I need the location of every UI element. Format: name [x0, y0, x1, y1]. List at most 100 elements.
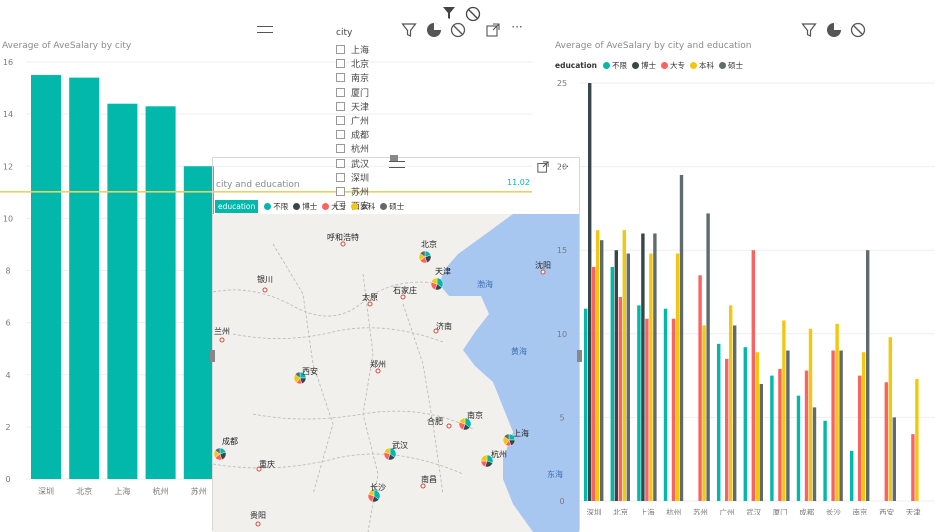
bar [588, 83, 592, 501]
city-label: 南京 [467, 410, 483, 420]
drag-handle[interactable] [257, 26, 273, 33]
x-tick-label: 武汉 [746, 507, 762, 515]
legend-item[interactable]: 本科 [689, 60, 714, 71]
slicer-item-label: 上海 [351, 46, 370, 56]
bar [614, 250, 618, 501]
city-marker [400, 294, 406, 300]
legend-label: 本科 [360, 202, 376, 211]
x-tick-label: 北京 [613, 507, 628, 515]
legend-item[interactable]: 本科 [351, 201, 375, 212]
slicer-item[interactable]: 南京 [336, 71, 369, 84]
map-focus-mode-icon[interactable] [536, 160, 550, 174]
x-tick-label: 北京 [76, 486, 92, 496]
y-tick-label: 14 [3, 110, 13, 119]
city-label: 西安 [302, 366, 318, 376]
slicer-item[interactable]: 成都 [336, 128, 369, 141]
x-tick-label: 苏州 [191, 486, 207, 496]
checkbox[interactable] [336, 45, 345, 54]
no-cross-highlight-icon[interactable] [449, 21, 467, 39]
bar [698, 275, 702, 501]
slicer-item[interactable]: 广州 [336, 114, 369, 127]
right-pie-chart-icon[interactable] [825, 21, 843, 39]
focus-mode-icon[interactable] [485, 22, 501, 38]
legend-item[interactable]: 不限 [264, 201, 288, 212]
x-tick-label: 杭州 [153, 486, 169, 496]
sea-label: 黄海 [511, 346, 527, 356]
y-tick-label: 2 [5, 423, 10, 432]
y-tick-label: 5 [559, 413, 564, 422]
map-resize-handle-top[interactable] [390, 155, 398, 161]
x-tick-label: 长沙 [826, 507, 841, 515]
city-label: 太原 [362, 292, 378, 302]
bar [888, 337, 892, 501]
bar [808, 328, 813, 501]
city-label: 兰州 [214, 326, 230, 336]
city-label: 贵阳 [250, 510, 266, 520]
right-filter-icon[interactable] [800, 21, 818, 39]
city-marker [375, 368, 381, 374]
right-legend: education 不限 博士 大专 本科 硕士 [555, 60, 748, 71]
bar [755, 352, 759, 501]
slicer-item[interactable]: 厦门 [336, 86, 369, 99]
slicer-item[interactable]: 天津 [336, 100, 369, 113]
legend-label: 不限 [611, 61, 627, 70]
more-options-icon[interactable]: ··· [508, 20, 526, 34]
bar [743, 347, 747, 501]
checkbox[interactable] [336, 130, 345, 140]
x-tick-label: 苏州 [693, 507, 708, 515]
legend-item[interactable]: 不限 [602, 60, 627, 71]
slicer-item[interactable]: 杭州 [336, 142, 369, 155]
bar [31, 75, 61, 479]
y-tick-label: 15 [557, 246, 567, 255]
right-no-highlight-icon[interactable] [849, 21, 867, 39]
bar [835, 323, 839, 501]
y-tick-label: 8 [5, 267, 10, 276]
city-label: 合肥 [427, 416, 443, 426]
checkbox[interactable] [336, 116, 345, 125]
bar [831, 350, 835, 501]
bar [786, 350, 790, 501]
y-tick-label: 12 [3, 162, 13, 171]
bar [653, 233, 657, 502]
bar [671, 318, 676, 501]
legend-label: 硕士 [727, 61, 743, 70]
legend-item[interactable]: 硕士 [718, 60, 743, 71]
legend-item[interactable]: 大专 [322, 201, 346, 212]
bar [600, 240, 604, 501]
pie-chart-icon[interactable] [425, 21, 443, 39]
bar [107, 103, 138, 479]
legend-item[interactable]: 大专 [660, 60, 685, 71]
x-tick-label: 厦门 [773, 508, 788, 515]
legend-label: 博士 [302, 202, 318, 211]
map-drag-handle[interactable] [389, 161, 405, 168]
checkbox[interactable] [336, 144, 345, 154]
bar [645, 318, 649, 501]
city-label: 长沙 [370, 482, 386, 492]
legend-item[interactable]: 博士 [293, 201, 317, 212]
map-visual[interactable]: ··· city and education education 不限 博士 大专本… [210, 155, 582, 532]
bar [823, 420, 827, 501]
slicer-item-label: 杭州 [351, 145, 370, 156]
checkbox[interactable] [336, 101, 345, 111]
legend-item[interactable]: 博士 [631, 60, 656, 71]
city-marker [340, 241, 346, 247]
y-tick-label: 6 [5, 319, 10, 328]
city-marker [420, 483, 426, 489]
bar [850, 450, 854, 501]
x-tick-label: 天津 [906, 508, 921, 515]
right-legend-title: education [555, 61, 597, 70]
city-label: 成都 [222, 436, 238, 446]
map-canvas[interactable]: 渤海黄海东海呼和浩特北京天津银川太原石家庄济南兰州西安郑州南京合肥上海成都 武汉杭… [213, 214, 579, 532]
city-marker [255, 521, 261, 527]
slicer-item[interactable]: 上海 [336, 43, 369, 56]
map-resize-handle-left[interactable] [210, 350, 215, 362]
filter-icon[interactable] [441, 5, 457, 21]
checkbox[interactable] [336, 59, 345, 69]
checkbox[interactable] [336, 73, 345, 83]
slicer-item-label: 广州 [351, 117, 370, 127]
right-bar-chart-visual[interactable]: Average of AveSalary by city and educati… [550, 20, 939, 515]
slicer-item[interactable]: 北京 [336, 57, 369, 70]
checkbox[interactable] [336, 87, 345, 97]
city-label: 北京 [421, 239, 437, 249]
legend-item[interactable]: 硕士 [380, 201, 404, 212]
